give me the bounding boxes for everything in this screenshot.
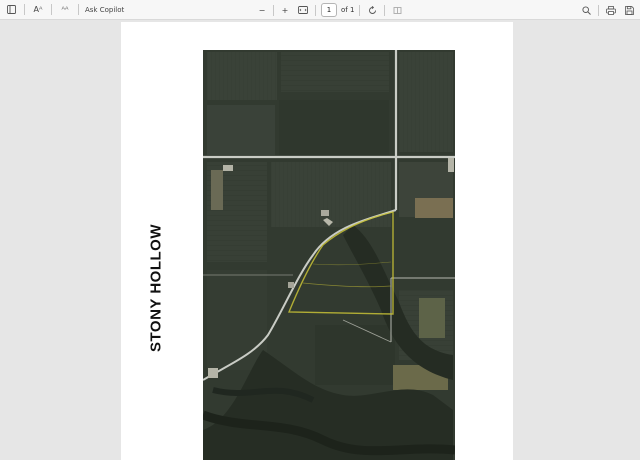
save-icon[interactable] (622, 2, 636, 18)
rotate-icon[interactable] (365, 2, 379, 18)
aerial-map-image (203, 50, 455, 460)
immersive-reader-button[interactable]: ᴬᴬ (58, 2, 72, 18)
toolbar-divider (51, 4, 52, 15)
toolbar-divider (598, 4, 599, 16)
toolbar-divider (315, 4, 316, 16)
toolbar-divider (384, 4, 386, 16)
page-count-label: of 1 (341, 6, 355, 14)
page-number-input[interactable]: 1 (321, 3, 337, 17)
toolbar-divider (359, 4, 361, 16)
document-viewer[interactable]: STONY HOLLOW (0, 20, 640, 460)
toolbar-divider (78, 4, 79, 15)
read-aloud-button[interactable]: Aᴬ (31, 2, 45, 18)
zoom-out-button[interactable]: − (255, 2, 269, 18)
document-title: STONY HOLLOW (147, 224, 165, 352)
zoom-in-button[interactable]: + (278, 2, 292, 18)
search-icon[interactable] (579, 2, 593, 18)
print-icon[interactable] (604, 2, 618, 18)
toolbar-divider (24, 4, 25, 15)
page-view-icon[interactable] (390, 2, 404, 18)
toolbar-divider (273, 4, 274, 16)
sidebar-toggle-icon[interactable] (4, 2, 18, 18)
ask-copilot-button[interactable]: Ask Copilot (85, 2, 124, 18)
fit-page-icon[interactable] (296, 2, 310, 18)
pdf-toolbar: Aᴬ ᴬᴬ Ask Copilot − + 1 of 1 (0, 0, 640, 20)
toolbar-right (579, 2, 636, 18)
zoom-controls: − + 1 of 1 (255, 2, 404, 18)
